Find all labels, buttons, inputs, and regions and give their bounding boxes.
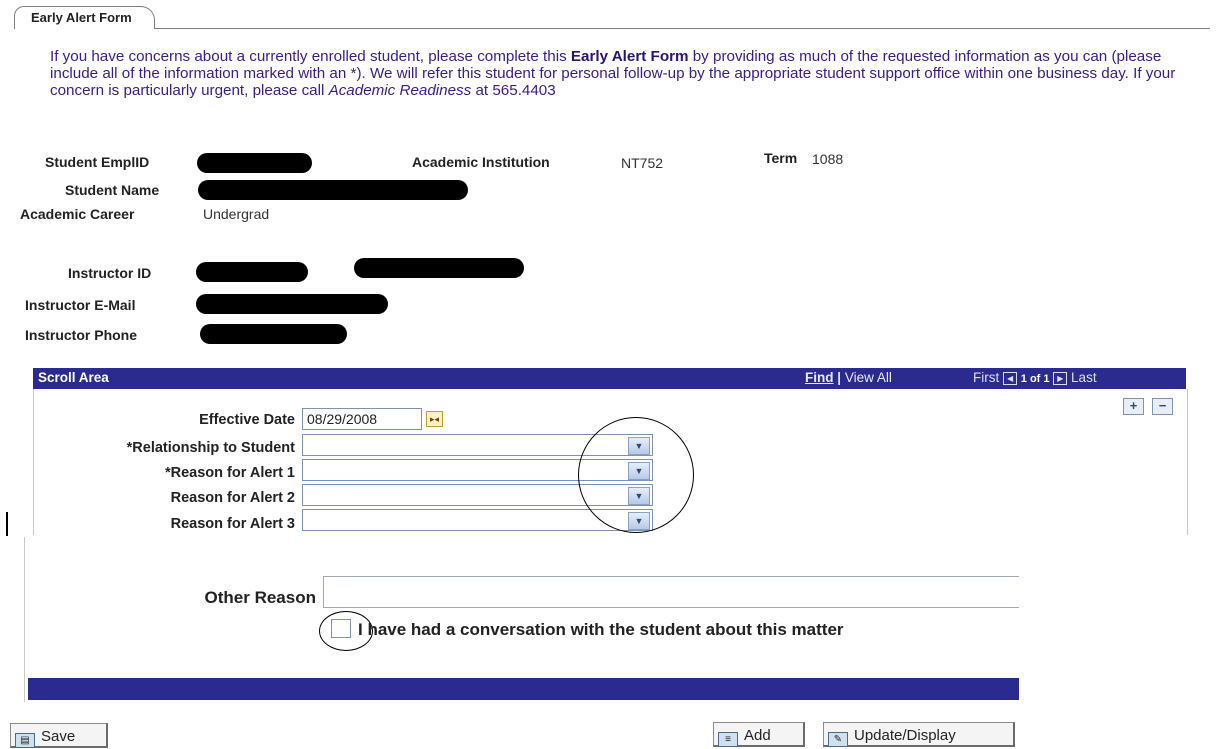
other-reason-label: Other Reason [204,588,316,607]
conversation-label: I have had a conversation with the stude… [358,620,844,639]
instructor-name-redacted [354,258,524,278]
reason3-label: Reason for Alert 3 [170,516,295,532]
instructor-id-redacted [196,262,308,282]
intro-part-1: If you have concerns about a currently e… [50,48,571,65]
add-icon: ≡ [718,732,738,747]
reason2-label: Reason for Alert 2 [170,490,295,506]
save-label: Save [41,728,76,745]
intro-bold: Early Alert Form [570,48,689,65]
annotation-circle [578,417,694,533]
relationship-label: *Relationship to Student [126,440,295,456]
student-emplid-label: Student EmplID [45,154,150,170]
last-link[interactable]: Last [1071,370,1097,385]
institution-value: NT752 [621,155,664,171]
instructor-id-label: Instructor ID [68,265,152,281]
add-label: Add [744,727,771,744]
student-emplid-redacted [197,153,312,173]
term-label: Term [764,150,798,166]
update-display-button[interactable]: ✎ Update/Display [823,722,1015,747]
scroll-nav-links: Find | View All [805,370,892,385]
instructor-phone-label: Instructor Phone [25,327,138,343]
intro-italic: Academic Readiness [328,82,472,99]
effective-date-input[interactable]: 08/29/2008 [302,408,422,430]
view-all-link[interactable]: View All [845,370,892,385]
career-label: Academic Career [20,206,135,222]
separator: | [837,370,842,385]
find-link[interactable]: Find [805,370,834,385]
stray-mark [6,512,8,536]
save-button[interactable]: ▤ Save [10,723,108,748]
scroll-area-footer [28,678,1019,700]
intro-text: If you have concerns about a currently e… [50,48,1210,99]
calendar-icon[interactable]: ▸◂ [426,411,443,427]
tab-early-alert-form[interactable]: Early Alert Form [14,6,155,29]
student-name-label: Student Name [65,182,160,198]
other-reason-input[interactable] [323,576,1019,608]
delete-row-button[interactable]: − [1152,398,1173,415]
add-button[interactable]: ≡ Add [713,722,805,747]
next-icon[interactable]: ▶ [1053,371,1068,385]
update-display-icon: ✎ [828,732,848,747]
instructor-phone-redacted [200,324,347,344]
effective-date-label: Effective Date [199,412,295,428]
intro-part-3: at 565.4403 [471,82,556,99]
prev-icon[interactable]: ◀ [1003,371,1018,385]
institution-label: Academic Institution [412,154,550,170]
page-count: 1 of 1 [1020,373,1050,385]
career-value: Undergrad [203,206,270,222]
add-row-button[interactable]: + [1123,398,1144,415]
scroll-pager: First ◀ 1 of 1 ▶ Last [973,370,1097,385]
term-value: 1088 [812,151,844,167]
instructor-email-label: Instructor E-Mail [25,297,136,313]
update-display-label: Update/Display [854,727,956,744]
student-name-redacted [198,180,468,200]
instructor-email-redacted [196,294,388,314]
reason1-label: *Reason for Alert 1 [165,465,295,481]
scroll-area-title: Scroll Area [38,370,109,385]
tab-underline [20,28,1210,29]
first-link[interactable]: First [973,370,999,385]
save-icon: ▤ [15,733,35,748]
